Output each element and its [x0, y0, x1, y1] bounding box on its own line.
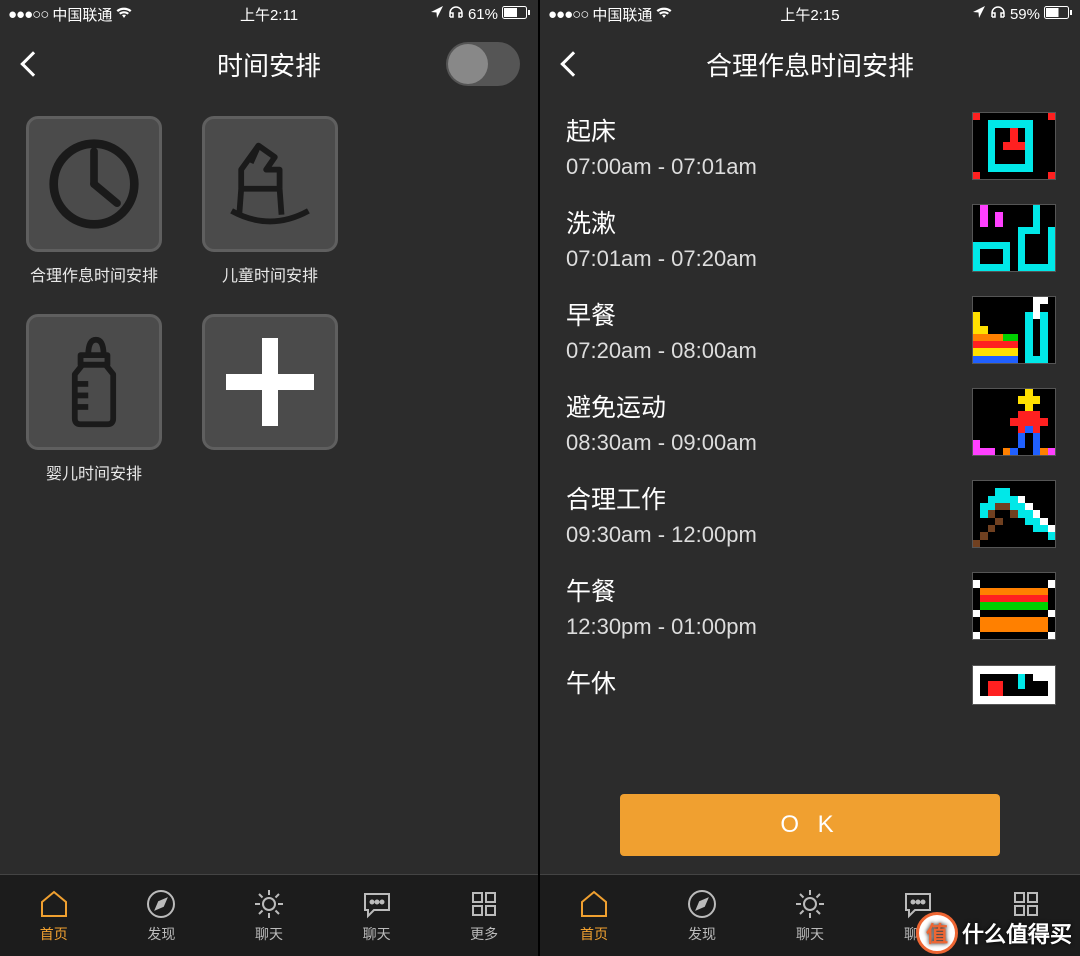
tab-chat[interactable]: 聊天 [323, 875, 431, 956]
tile-label: 儿童时间安排 [222, 262, 318, 286]
tab-discover[interactable]: 发现 [648, 875, 756, 956]
tab-home[interactable]: 首页 [540, 875, 648, 956]
pixel-art-work-icon [972, 480, 1056, 548]
sun-icon [253, 888, 285, 920]
item-title: 起床 [566, 112, 757, 148]
tile-label: 合理作息时间安排 [30, 262, 158, 286]
schedule-grid: 合理作息时间安排 儿童时间安排 [0, 100, 538, 484]
home-icon [38, 888, 70, 920]
pixel-art-exercise-icon [972, 388, 1056, 456]
clock-icon [46, 136, 142, 232]
item-title: 午餐 [566, 572, 757, 608]
schedule-tile-reasonable[interactable]: 合理作息时间安排 [26, 116, 162, 286]
list-item[interactable]: 午餐 12:30pm - 01:00pm [540, 560, 1080, 652]
schedule-list[interactable]: 起床 07:00am - 07:01am 洗漱 07:01am - 07:20a… [540, 100, 1080, 874]
list-item[interactable]: 合理工作 09:30am - 12:00pm [540, 468, 1080, 560]
back-button[interactable] [18, 44, 48, 84]
clock-label: 上午2:15 [540, 4, 1080, 25]
nav-bar: 合理作息时间安排 [540, 28, 1080, 100]
tab-label: 发现 [147, 924, 175, 944]
back-button[interactable] [558, 44, 588, 84]
clock-label: 上午2:11 [0, 4, 538, 25]
toggle-switch[interactable] [446, 42, 520, 86]
tab-home[interactable]: 首页 [0, 875, 108, 956]
grid-icon [468, 888, 500, 920]
ok-button[interactable]: O K [620, 794, 1000, 856]
item-title: 洗漱 [566, 204, 757, 240]
tab-more[interactable]: 更多 [430, 875, 538, 956]
schedule-tile-add[interactable] [202, 314, 338, 484]
plus-icon [220, 332, 320, 432]
list-item[interactable]: 避免运动 08:30am - 09:00am [540, 376, 1080, 468]
tab-label: 首页 [580, 924, 608, 944]
phone-screen-left: ●●●○○ 中国联通 上午2:11 61% 时间安排 [0, 0, 540, 956]
item-time: 12:30pm - 01:00pm [566, 614, 757, 640]
tab-label: 首页 [40, 924, 68, 944]
ok-label: O K [780, 811, 839, 839]
pixel-art-rest-icon [972, 665, 1056, 705]
tab-bar: 首页 发现 聊天 聊天 更多 [0, 874, 538, 956]
item-time: 07:20am - 08:00am [566, 338, 757, 364]
item-title: 早餐 [566, 296, 757, 332]
home-icon [578, 888, 610, 920]
item-time: 08:30am - 09:00am [566, 430, 757, 456]
list-item[interactable]: 洗漱 07:01am - 07:20am [540, 192, 1080, 284]
item-time: 07:01am - 07:20am [566, 246, 757, 272]
tab-label: 更多 [470, 924, 498, 944]
schedule-tile-baby[interactable]: 婴儿时间安排 [26, 314, 162, 484]
compass-icon [145, 888, 177, 920]
tab-label: 发现 [688, 924, 716, 944]
watermark-badge-icon: 值 [916, 912, 958, 954]
pixel-art-lunch-icon [972, 572, 1056, 640]
page-title: 合理作息时间安排 [706, 46, 914, 83]
item-time: 09:30am - 12:00pm [566, 522, 757, 548]
item-title: 合理工作 [566, 480, 757, 516]
tab-label: 聊天 [796, 924, 824, 944]
pixel-art-clock-icon [972, 112, 1056, 180]
pixel-art-wash-icon [972, 204, 1056, 272]
status-bar: ●●●○○ 中国联通 上午2:15 59% [540, 0, 1080, 28]
sun-icon [794, 888, 826, 920]
watermark: 值 什么值得买 [916, 912, 1072, 954]
baby-bottle-icon [46, 334, 142, 430]
chat-icon [361, 888, 393, 920]
nav-bar: 时间安排 [0, 28, 538, 100]
tab-brightness[interactable]: 聊天 [756, 875, 864, 956]
list-item[interactable]: 午休 [540, 652, 1080, 718]
rocking-horse-icon [222, 136, 318, 232]
tab-discover[interactable]: 发现 [108, 875, 216, 956]
tab-label: 聊天 [363, 924, 391, 944]
schedule-tile-children[interactable]: 儿童时间安排 [202, 116, 338, 286]
item-time: 07:00am - 07:01am [566, 154, 757, 180]
watermark-text: 什么值得买 [962, 917, 1072, 949]
pixel-art-breakfast-icon [972, 296, 1056, 364]
item-title: 午休 [566, 664, 616, 700]
list-item[interactable]: 早餐 07:20am - 08:00am [540, 284, 1080, 376]
item-title: 避免运动 [566, 388, 757, 424]
phone-screen-right: ●●●○○ 中国联通 上午2:15 59% 合理作息时间安排 起床 07:00a… [540, 0, 1080, 956]
tab-label: 聊天 [255, 924, 283, 944]
tab-brightness[interactable]: 聊天 [215, 875, 323, 956]
page-title: 时间安排 [217, 46, 321, 83]
list-item[interactable]: 起床 07:00am - 07:01am [540, 100, 1080, 192]
tile-label: 婴儿时间安排 [46, 460, 142, 484]
compass-icon [686, 888, 718, 920]
status-bar: ●●●○○ 中国联通 上午2:11 61% [0, 0, 538, 28]
